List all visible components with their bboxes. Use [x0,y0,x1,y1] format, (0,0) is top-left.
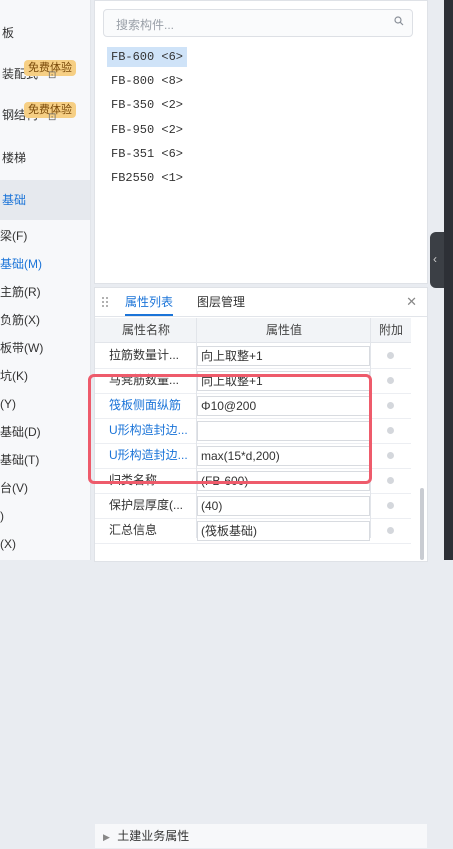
tree-item[interactable]: 台(V) [0,477,28,499]
tree-item-label: 负筋(X) [0,313,40,327]
tree-item-label: 主筋(R) [0,285,41,299]
table-row: 保护层厚度(... (40) [95,493,411,519]
tree-item[interactable]: (X) [0,533,16,555]
tree-item[interactable]: 基础(T) [0,449,39,471]
extra-checkbox[interactable] [387,452,394,459]
tab-layer-manager[interactable]: 图层管理 [197,288,245,316]
tree-item[interactable]: 坑(K) [0,365,28,387]
sidebar-item-label: 基础 [2,193,27,207]
close-icon[interactable]: ✕ [406,294,417,310]
property-tabbar: 属性列表 图层管理 ✕ [95,288,427,317]
table-row: 拉筋数量计... 向上取整+1 [95,343,411,369]
tree-item[interactable]: ) [0,505,4,527]
sidebar-item-label: 板 [2,26,15,40]
component-item[interactable]: FB-350 <2> [107,95,187,115]
component-search-input[interactable]: 搜索构件... [103,9,413,37]
tree-item[interactable]: 负筋(X) [0,309,40,331]
header-property-value: 属性值 [197,318,371,343]
scrollbar[interactable] [420,488,424,560]
tree-item[interactable]: 梁(F) [0,225,27,247]
tree-item[interactable]: 基础(M) [0,253,42,275]
sidebar: 板 装配式 免费体验 ⊡ 钢结构 免费体验 ⊡ 楼梯 基础 梁(F) 基础(M)… [0,0,91,560]
tree-item[interactable]: 基础(D) [0,421,41,443]
sidebar-item-label: 楼梯 [2,151,27,165]
tree-item[interactable]: 板带(W) [0,337,43,359]
search-icon[interactable] [394,16,404,26]
sidebar-item-slab[interactable]: 板 [0,13,90,53]
tree-item-label: 基础(D) [0,425,41,439]
component-item[interactable]: FB-600 <6> [107,47,188,67]
tree-item-label: 基础(T) [0,453,40,467]
component-item[interactable]: FB-351 <6> [107,144,187,164]
group-label: 土建业务属性 [117,829,190,843]
extra-checkbox[interactable] [387,427,394,434]
component-list-panel: 搜索构件... FB-600 <6> FB-800 <8> FB-350 <2>… [94,0,428,284]
header-extra: 附加 [371,318,411,343]
extra-checkbox[interactable] [387,477,394,484]
component-item[interactable]: FB-800 <8> [107,71,187,91]
tab-property-list[interactable]: 属性列表 [125,288,174,316]
tree-item-label: 坑(K) [0,369,28,383]
property-name: 拉筋数量计... [109,348,180,362]
collapse-panel-handle[interactable]: ‹ [430,232,444,288]
tree-item[interactable]: 主筋(R) [0,281,41,303]
property-value-field[interactable]: (筏板基础) [197,521,370,541]
tree-item-label: 板带(W) [0,341,44,355]
property-name: 保护层厚度(... [109,498,183,512]
property-group-header[interactable]: ▶ 土建业务属性 [95,824,427,848]
sidebar-item-stairs[interactable]: 楼梯 [0,138,90,178]
right-edge-bar [444,0,453,560]
property-value-field[interactable]: 向上取整+1 [197,346,370,366]
extra-checkbox[interactable] [387,352,394,359]
table-row: 汇总信息 (筏板基础) [95,518,411,544]
sidebar-item-foundation[interactable]: 基础 [0,180,90,220]
header-property-name: 属性名称 [95,318,197,343]
tree-item-label: ) [0,509,4,523]
property-value-field[interactable]: (40) [197,496,370,516]
highlight-box [88,374,372,484]
extra-checkbox[interactable] [387,502,394,509]
extra-checkbox[interactable] [387,527,394,534]
expand-arrow-icon: ▶ [103,832,110,842]
lock-icon: ⊡ [48,70,57,81]
tree-item-label: (X) [0,537,16,551]
drag-handle-icon[interactable] [101,296,109,308]
extra-checkbox[interactable] [387,402,394,409]
tree-item-label: 台(V) [0,481,28,495]
component-item[interactable]: FB-950 <2> [107,120,187,140]
tree-item-label: 梁(F) [0,229,28,243]
chevron-left-icon: ‹ [433,252,437,266]
tree-item-label: (Y) [0,397,16,411]
component-item[interactable]: FB2550 <1> [107,168,187,188]
lock-icon: ⊡ [48,112,57,123]
tree-item-label: 基础(M) [0,257,42,271]
property-name: 汇总信息 [109,523,158,537]
extra-checkbox[interactable] [387,377,394,384]
search-placeholder: 搜索构件... [116,18,175,32]
tree-item[interactable]: (Y) [0,393,16,415]
